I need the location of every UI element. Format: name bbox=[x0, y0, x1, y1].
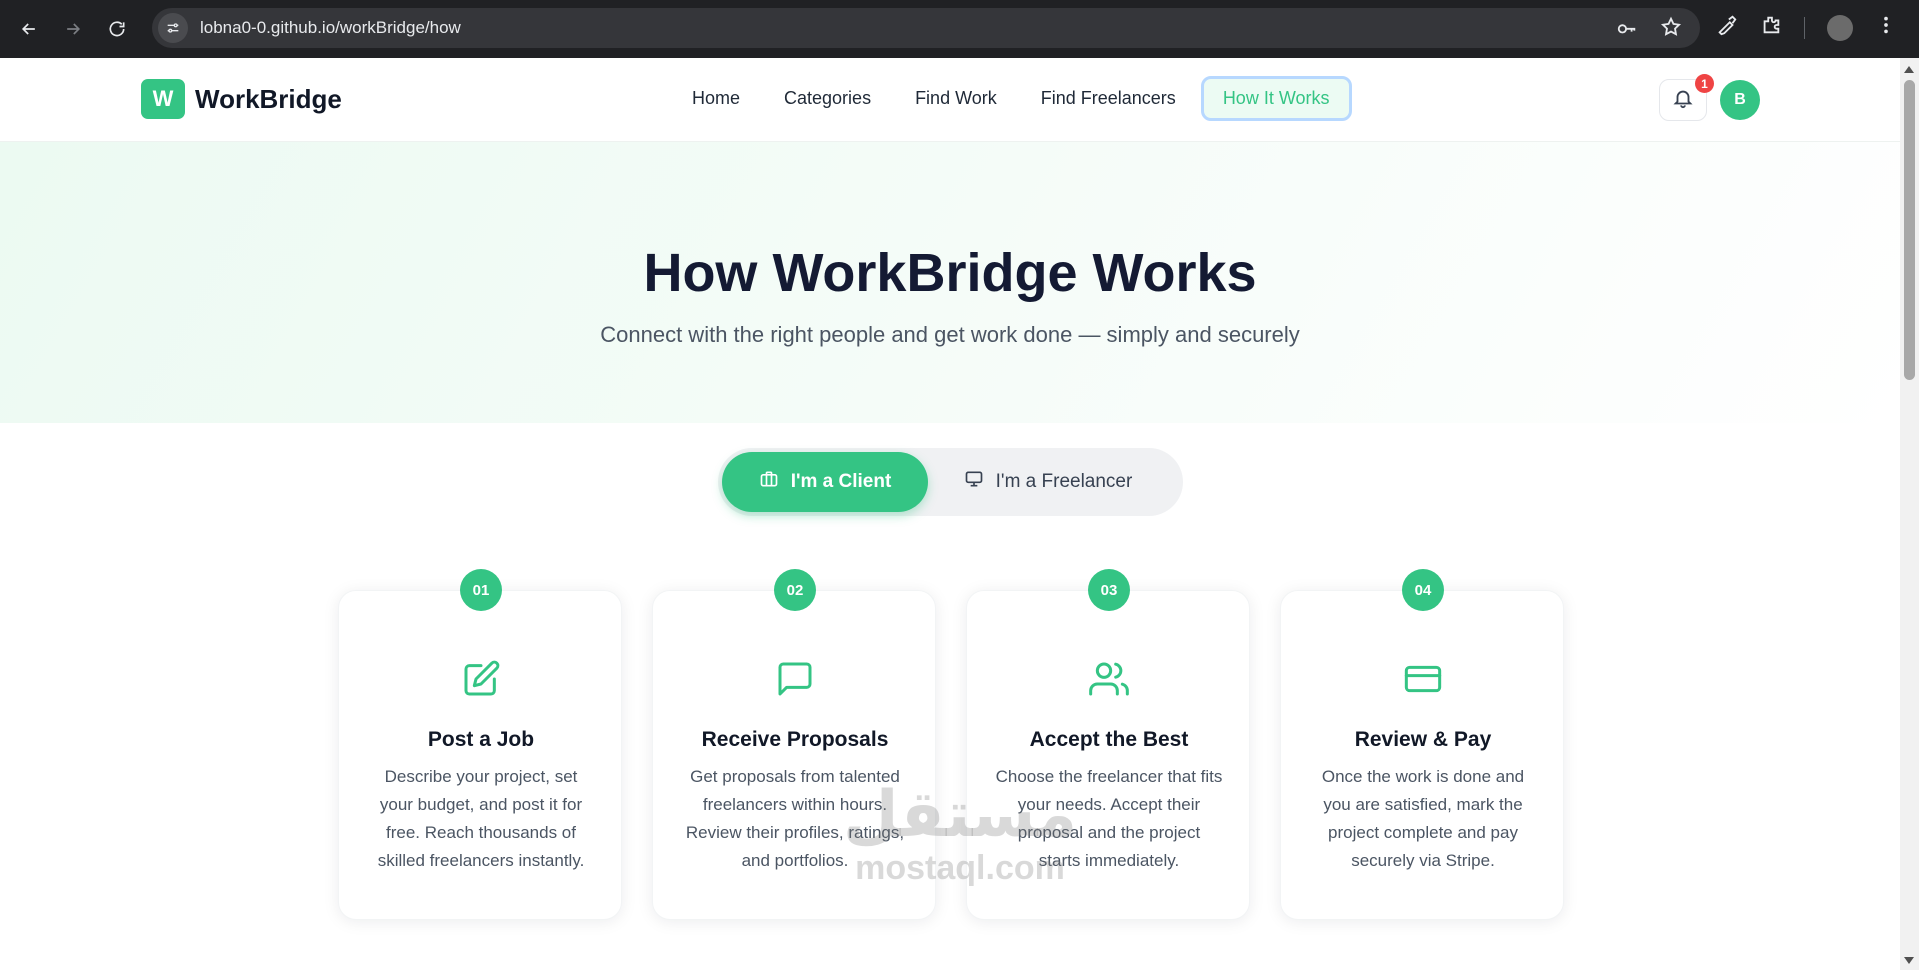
step-title: Review & Pay bbox=[1354, 728, 1492, 751]
page: W WorkBridge Home Categories Find Work F… bbox=[0, 58, 1900, 970]
step-description: Once the work is done and you are satisf… bbox=[1321, 767, 1525, 870]
logo[interactable]: W WorkBridge bbox=[141, 79, 342, 119]
bookmark-star-icon[interactable] bbox=[1660, 16, 1682, 43]
nav-categories[interactable]: Categories bbox=[762, 76, 893, 121]
monitor-icon bbox=[964, 469, 984, 495]
watermark: مستقل mostaql.com bbox=[840, 780, 1080, 886]
hero-section: How WorkBridge Works Connect with the ri… bbox=[0, 142, 1900, 423]
watermark-latin: mostaql.com bbox=[855, 849, 1065, 887]
back-icon[interactable] bbox=[14, 14, 44, 44]
client-toggle-label: I'm a Client bbox=[790, 471, 892, 492]
freelancer-toggle-button[interactable]: I'm a Freelancer bbox=[948, 452, 1148, 512]
page-title: How WorkBridge Works bbox=[643, 243, 1257, 303]
logo-text: WorkBridge bbox=[195, 83, 342, 114]
address-bar[interactable]: lobna0-0.github.io/workBridge/how bbox=[152, 8, 1700, 48]
notification-badge: 1 bbox=[1695, 74, 1714, 93]
step-number: 02 bbox=[774, 569, 816, 611]
toolbar-divider bbox=[1804, 16, 1805, 39]
site-settings-icon[interactable] bbox=[158, 13, 188, 43]
page-subtitle: Connect with the right people and get wo… bbox=[600, 322, 1300, 347]
step-number: 04 bbox=[1402, 569, 1444, 611]
chat-icon bbox=[775, 659, 815, 699]
client-toggle-button[interactable]: I'm a Client bbox=[722, 452, 928, 512]
forward-icon[interactable] bbox=[58, 14, 88, 44]
url-text[interactable]: lobna0-0.github.io/workBridge/how bbox=[200, 18, 461, 38]
scroll-down-icon[interactable] bbox=[1904, 957, 1914, 964]
password-key-icon[interactable] bbox=[1616, 16, 1638, 43]
role-toggle: I'm a Client I'm a Freelancer bbox=[718, 448, 1183, 516]
step-title: Receive Proposals bbox=[701, 728, 889, 751]
briefcase-icon bbox=[759, 469, 779, 495]
step-title: Post a Job bbox=[427, 728, 535, 751]
edit-icon bbox=[461, 659, 501, 699]
step-card: 04 Review & Pay Once the work is done an… bbox=[1280, 569, 1564, 920]
logo-mark: W bbox=[141, 79, 185, 119]
browser-toolbar: lobna0-0.github.io/workBridge/how bbox=[0, 0, 1919, 58]
site-header: W WorkBridge Home Categories Find Work F… bbox=[0, 58, 1900, 142]
nav-home[interactable]: Home bbox=[670, 76, 762, 121]
profile-avatar[interactable] bbox=[1827, 14, 1853, 41]
freelancer-toggle-label: I'm a Freelancer bbox=[995, 471, 1133, 492]
scroll-thumb[interactable] bbox=[1904, 80, 1915, 380]
more-menu-icon[interactable] bbox=[1875, 14, 1897, 41]
step-title: Accept the Best bbox=[1029, 728, 1189, 751]
credit-card-icon bbox=[1403, 659, 1443, 699]
eyedropper-icon[interactable] bbox=[1716, 14, 1738, 41]
page-scrollbar[interactable] bbox=[1900, 58, 1919, 970]
nav-find-freelancers[interactable]: Find Freelancers bbox=[1019, 76, 1198, 121]
nav-how-it-works[interactable]: How It Works bbox=[1200, 76, 1352, 121]
notifications-button[interactable]: 1 bbox=[1659, 74, 1714, 121]
extensions-icon[interactable] bbox=[1760, 14, 1782, 41]
bell-icon bbox=[1672, 87, 1694, 114]
nav-find-work[interactable]: Find Work bbox=[893, 76, 1019, 121]
step-number: 03 bbox=[1088, 569, 1130, 611]
user-avatar[interactable]: B bbox=[1720, 80, 1760, 120]
step-card: 01 Post a Job Describe your project, set… bbox=[338, 569, 622, 920]
step-description: Describe your project, set your budget, … bbox=[377, 767, 585, 870]
scroll-up-icon[interactable] bbox=[1904, 66, 1914, 73]
reload-icon[interactable] bbox=[102, 14, 132, 44]
main-nav: Home Categories Find Work Find Freelance… bbox=[670, 76, 1352, 121]
step-number: 01 bbox=[460, 569, 502, 611]
users-icon bbox=[1089, 659, 1129, 699]
watermark-arabic: مستقل bbox=[842, 778, 1078, 852]
